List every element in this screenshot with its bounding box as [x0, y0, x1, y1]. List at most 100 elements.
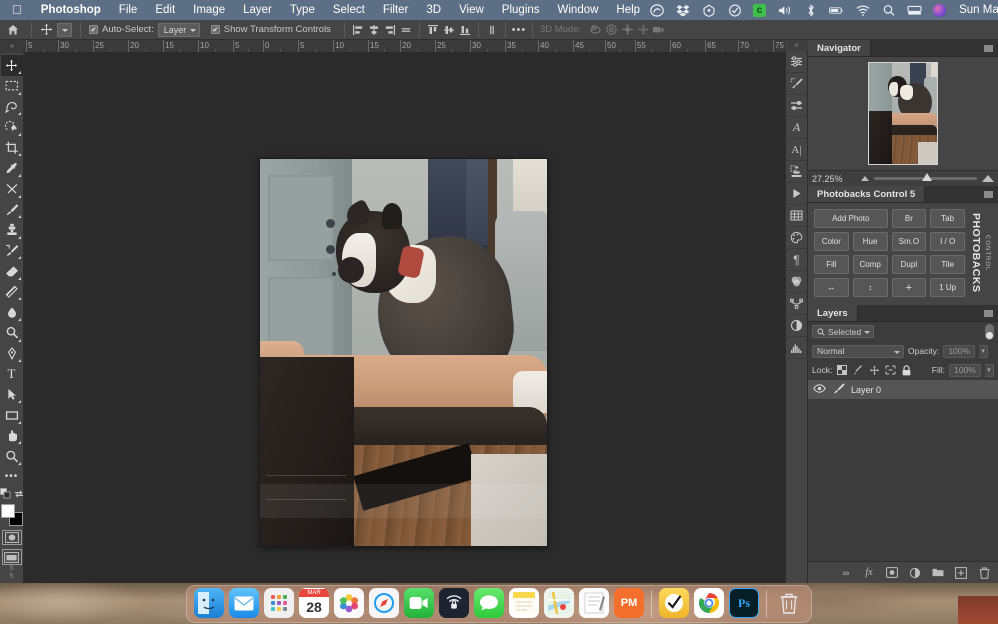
photobacks-color-button[interactable]: Color	[814, 232, 849, 251]
photobacks-dupl-button[interactable]: Dupl	[891, 255, 927, 274]
filter-toggle-icon[interactable]	[985, 323, 994, 340]
battery-charging-icon[interactable]	[829, 3, 844, 18]
dock-item-vpn[interactable]	[439, 588, 469, 618]
photobacks-comp-button[interactable]: Comp	[852, 255, 888, 274]
photobacks-br-button[interactable]: Br	[891, 209, 927, 228]
screen-mode-icon[interactable]	[1, 549, 22, 566]
histogram-icon[interactable]	[785, 337, 808, 359]
zoom-tool[interactable]	[1, 446, 23, 467]
opacity-stepper[interactable]: ▾	[979, 344, 989, 358]
object-selection-tool[interactable]	[1, 117, 23, 138]
bluetooth-icon[interactable]	[803, 3, 818, 18]
photobacks-one-up-button[interactable]: 1 Up	[930, 278, 965, 297]
crop-tool[interactable]	[1, 137, 23, 158]
dock-item-facetime[interactable]	[404, 588, 434, 618]
edit-toolbar-more-button[interactable]: •••	[1, 467, 23, 488]
brush-settings-icon[interactable]	[785, 73, 808, 95]
distribute-left-edges-icon[interactable]	[484, 22, 500, 38]
volume-icon[interactable]	[777, 3, 792, 18]
paragraph-styles-icon[interactable]: ¶	[785, 249, 808, 271]
menu-item-file[interactable]: File	[110, 0, 147, 20]
dock-item-trash[interactable]	[774, 588, 804, 618]
collapse-panels-icon[interactable]: »	[785, 40, 808, 51]
panel-menu-icon[interactable]	[984, 191, 993, 198]
menu-item-3d[interactable]: 3D	[417, 0, 450, 20]
dodge-tool[interactable]	[1, 323, 23, 344]
new-layer-icon[interactable]	[955, 566, 967, 579]
panel-menu-icon[interactable]	[984, 310, 993, 317]
layer-filter-dropdown[interactable]: Selected	[812, 325, 874, 338]
dock-item-maps[interactable]	[544, 588, 574, 618]
rectangle-tool[interactable]	[1, 405, 23, 426]
spotlight-search-icon[interactable]	[881, 3, 896, 18]
move-tool[interactable]	[0, 55, 23, 76]
apple-logo-icon[interactable]: 	[8, 0, 32, 20]
color-palette-icon[interactable]	[785, 227, 808, 249]
dock-item-launchpad[interactable]	[264, 588, 294, 618]
vpn-shield-icon[interactable]	[701, 3, 716, 18]
dock-item-photoshop[interactable]: Ps	[729, 588, 759, 618]
lock-all-icon[interactable]	[900, 364, 912, 377]
dock-item-notes[interactable]	[509, 588, 539, 618]
eye-icon[interactable]	[813, 384, 826, 395]
wifi-icon[interactable]	[855, 3, 870, 18]
adjustments-icon[interactable]	[785, 51, 808, 73]
clone-source-icon[interactable]	[785, 161, 808, 183]
brush-tool[interactable]	[1, 199, 23, 220]
zoom-in-large-icon[interactable]	[982, 175, 994, 182]
photobacks-smo-button[interactable]: Sm.O	[891, 232, 927, 251]
add-layer-mask-icon[interactable]	[886, 567, 898, 579]
navigator-zoom-value[interactable]: 27.25%	[812, 174, 856, 184]
photobacks-tab-button[interactable]: Tab	[930, 209, 965, 228]
align-left-edges-icon[interactable]	[350, 22, 366, 38]
brush-presets-icon[interactable]	[785, 95, 808, 117]
paths-icon[interactable]	[785, 293, 808, 315]
menubar-clock[interactable]: Sun Mar 28 2:22 PM	[957, 4, 998, 16]
auto-select-group[interactable]: ✔ Auto-Select: Layer	[86, 22, 203, 37]
photobacks-hue-button[interactable]: Hue	[852, 232, 888, 251]
dock-item-textedit[interactable]	[579, 588, 609, 618]
photobacks-plus-button[interactable]: +	[891, 278, 927, 297]
opacity-value[interactable]: 100%	[943, 344, 976, 358]
align-horizontal-centers-icon[interactable]	[366, 22, 382, 38]
display-icon[interactable]	[907, 3, 922, 18]
tab-photobacks-control[interactable]: Photobacks Control 5	[808, 186, 926, 202]
gradient-tool[interactable]	[1, 281, 23, 302]
dock-item-safari[interactable]	[369, 588, 399, 618]
paragraph-panel-icon[interactable]: A|	[785, 139, 808, 161]
tab-layers[interactable]: Layers	[808, 305, 858, 321]
lasso-tool[interactable]	[1, 96, 23, 117]
adjustment-layer-icon[interactable]	[785, 315, 808, 337]
rectangular-marquee-tool[interactable]	[1, 76, 23, 97]
clone-stamp-tool[interactable]	[1, 220, 23, 241]
siri-icon[interactable]	[933, 3, 947, 17]
link-layers-icon[interactable]: ∞	[840, 567, 852, 579]
menu-item-photoshop[interactable]: Photoshop	[32, 0, 110, 20]
swatches-grid-icon[interactable]	[785, 205, 808, 227]
blur-tool[interactable]	[1, 302, 23, 323]
menu-item-window[interactable]: Window	[549, 0, 608, 20]
document-canvas[interactable]	[260, 159, 547, 546]
dock-item-pm-app[interactable]: PM	[614, 588, 644, 618]
panel-menu-icon[interactable]	[984, 45, 993, 52]
photobacks-add-photo-button[interactable]: Add Photo	[814, 209, 888, 228]
menu-item-help[interactable]: Help	[607, 0, 649, 20]
menu-item-type[interactable]: Type	[281, 0, 324, 20]
align-right-edges-icon[interactable]	[382, 22, 398, 38]
default-colors-icon[interactable]	[0, 486, 11, 504]
pen-tool[interactable]	[1, 343, 23, 364]
layer-row-layer-0[interactable]: Layer 0	[808, 380, 998, 400]
home-button[interactable]	[0, 24, 26, 36]
tab-navigator[interactable]: Navigator	[808, 40, 871, 56]
history-brush-tool[interactable]	[1, 240, 23, 261]
photobacks-flip-horizontal-button[interactable]: ↔	[814, 278, 849, 297]
menu-item-layer[interactable]: Layer	[234, 0, 281, 20]
eyedropper-tool[interactable]	[1, 158, 23, 179]
new-adjustment-layer-icon[interactable]	[909, 567, 921, 579]
auto-select-checkbox[interactable]: ✔	[89, 25, 98, 34]
character-panel-icon[interactable]: A	[785, 117, 808, 139]
lock-position-icon[interactable]	[868, 364, 880, 377]
dock-item-chrome[interactable]	[694, 588, 724, 618]
dock-item-photos[interactable]	[334, 588, 364, 618]
layer-style-fx-icon[interactable]: fx	[863, 567, 875, 579]
